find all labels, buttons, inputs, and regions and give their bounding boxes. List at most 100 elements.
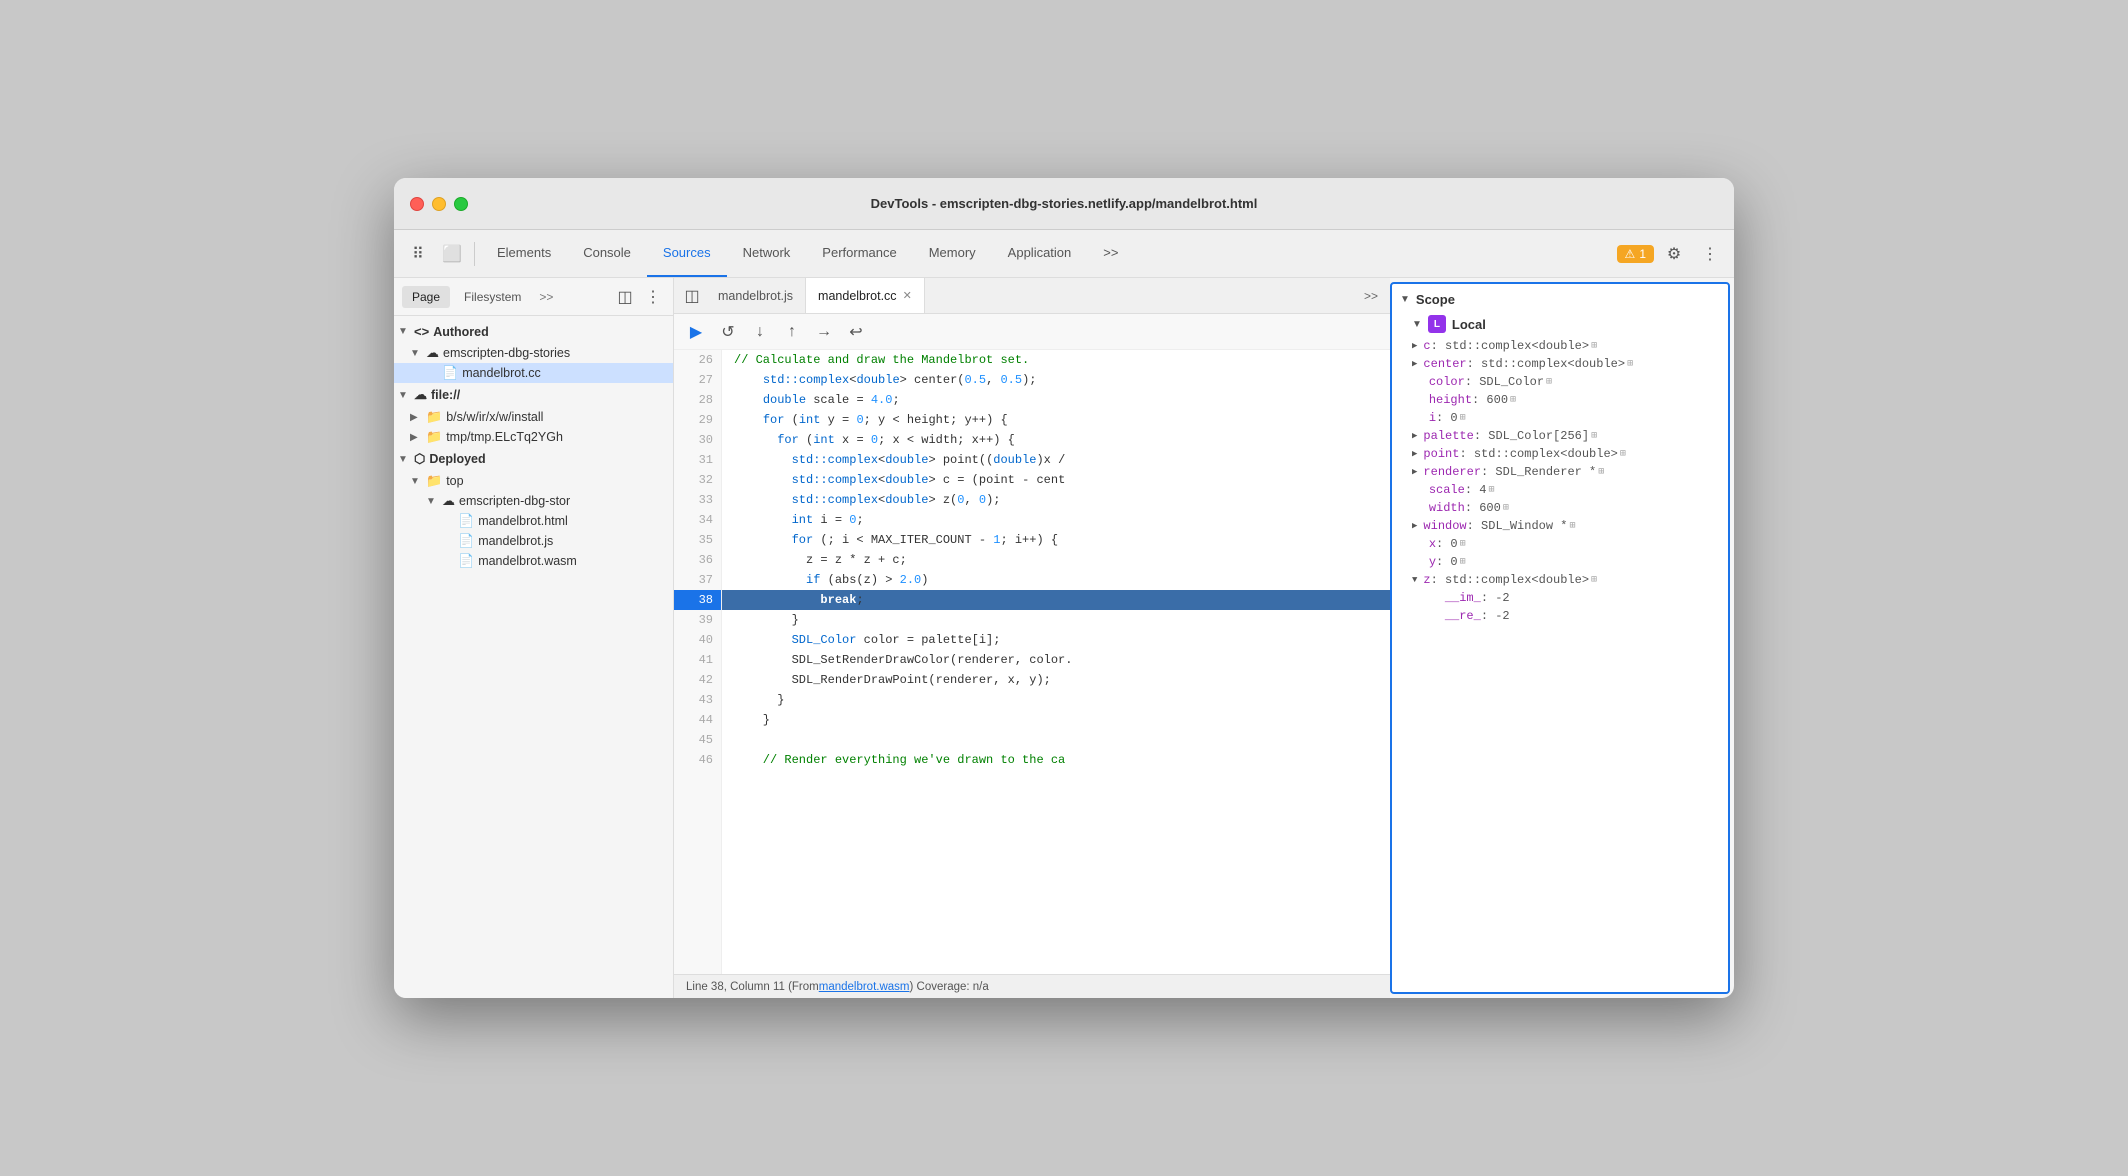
prop-name: palette [1423, 429, 1473, 443]
prop-name: window [1423, 519, 1466, 533]
sidebar-tabs-more[interactable]: >> [535, 288, 557, 306]
device-icon[interactable]: ⬜ [436, 238, 468, 270]
scope-item-width[interactable]: width : 600 ⊞ [1392, 499, 1728, 517]
tree-item-tmp[interactable]: ▶ 📁 tmp/tmp.ELcTq2YGh [394, 427, 673, 447]
no-expand-icon [1412, 413, 1423, 423]
step-into-btn[interactable]: ↓ [746, 318, 774, 346]
prop-value: : SDL_Color [1465, 375, 1544, 389]
tab-console[interactable]: Console [567, 230, 647, 277]
tree-item-install[interactable]: ▶ 📁 b/s/w/ir/x/w/install [394, 407, 673, 427]
code-line: // Render everything we've drawn to the … [722, 750, 1390, 770]
traffic-lights [410, 197, 468, 211]
tree-item-mandelbrot-cc[interactable]: 📄 mandelbrot.cc [394, 363, 673, 383]
warning-icon: ⚠ [1625, 247, 1636, 261]
code-area[interactable]: // Calculate and draw the Mandelbrot set… [722, 350, 1390, 974]
prop-value: : 600 [1472, 393, 1508, 407]
main-toolbar: ⠿ ⬜ Elements Console Sources Network Per… [394, 230, 1734, 278]
scope-item-z-im[interactable]: __im_ : -2 [1392, 589, 1728, 607]
tab-memory[interactable]: Memory [913, 230, 992, 277]
sidebar-tab-page[interactable]: Page [402, 286, 450, 308]
sidebar-tab-filesystem[interactable]: Filesystem [454, 286, 531, 308]
top-arrow: ▼ [410, 476, 426, 487]
scope-item-center[interactable]: ▶ center : std::complex<double> ⊞ [1392, 355, 1728, 373]
tab-application[interactable]: Application [992, 230, 1088, 277]
tree-item-label: mandelbrot.wasm [478, 554, 577, 568]
code-line: if (abs(z) > 2.0) [722, 570, 1390, 590]
resume-btn[interactable]: ▶ [682, 318, 710, 346]
file-section-icon: ☁ [414, 387, 427, 403]
tab-elements[interactable]: Elements [481, 230, 567, 277]
scope-item-x[interactable]: x : 0 ⊞ [1392, 535, 1728, 553]
line-num-breakpoint[interactable]: 38 [674, 590, 721, 610]
editor-tab-mandelbrot-cc[interactable]: mandelbrot.cc ✕ [806, 278, 925, 313]
folder-arrow: ▶ [410, 432, 426, 443]
warning-badge[interactable]: ⚠ 1 [1617, 245, 1654, 263]
scope-item-palette[interactable]: ▶ palette : SDL_Color[256] ⊞ [1392, 427, 1728, 445]
step-btn[interactable]: → [810, 318, 838, 346]
scope-item-y[interactable]: y : 0 ⊞ [1392, 553, 1728, 571]
tab-close-icon[interactable]: ✕ [903, 289, 912, 302]
sidebar-collapse-icon[interactable]: ◫ [613, 285, 637, 309]
tree-section-file[interactable]: ▼ ☁ file:// [394, 383, 673, 407]
tree-section-deployed[interactable]: ▼ ⬡ Deployed [394, 447, 673, 471]
prop-name: __im_ [1445, 591, 1481, 605]
tree-section-authored[interactable]: ▼ <> Authored [394, 320, 673, 343]
scope-item-scale[interactable]: scale : 4 ⊞ [1392, 481, 1728, 499]
tree-item-mandelbrot-html[interactable]: 📄 mandelbrot.html [394, 511, 673, 531]
deactivate-btn[interactable]: ↩ [842, 318, 870, 346]
step-over-btn[interactable]: ↺ [714, 318, 742, 346]
tree-item-mandelbrot-wasm[interactable]: 📄 mandelbrot.wasm [394, 551, 673, 571]
no-expand-icon [1412, 503, 1423, 513]
sidebar-more-icon[interactable]: ⋮ [641, 285, 665, 309]
scope-item-point[interactable]: ▶ point : std::complex<double> ⊞ [1392, 445, 1728, 463]
prop-value: : 0 [1436, 537, 1458, 551]
code-line: for (int y = 0; y < height; y++) { [722, 410, 1390, 430]
more-icon[interactable]: ⋮ [1694, 238, 1726, 270]
folder-arrow: ▶ [410, 412, 426, 423]
sidebar-actions: ◫ ⋮ [613, 285, 665, 309]
line-num: 33 [674, 490, 721, 510]
scope-item-height[interactable]: height : 600 ⊞ [1392, 391, 1728, 409]
scope-header[interactable]: ▼ Scope [1392, 288, 1728, 311]
scope-item-color[interactable]: color : SDL_Color ⊞ [1392, 373, 1728, 391]
toolbar-tabs: Elements Console Sources Network Perform… [481, 230, 1615, 277]
tree-item-mandelbrot-js-deployed[interactable]: 📄 mandelbrot.js [394, 531, 673, 551]
line-num: 44 [674, 710, 721, 730]
file-arrow [442, 516, 458, 527]
tab-more[interactable]: >> [1087, 230, 1134, 277]
grid-icon: ⊞ [1546, 376, 1552, 388]
tab-sources[interactable]: Sources [647, 230, 727, 277]
inspect-icon[interactable]: ⠿ [402, 238, 434, 270]
no-expand-icon [1412, 557, 1423, 567]
tab-network[interactable]: Network [727, 230, 807, 277]
scope-item-z[interactable]: ▼ z : std::complex<double> ⊞ [1392, 571, 1728, 589]
scope-item-i[interactable]: i : 0 ⊞ [1392, 409, 1728, 427]
line-num: 41 [674, 650, 721, 670]
no-expand-icon [1412, 539, 1423, 549]
editor-tab-more[interactable]: >> [1356, 289, 1386, 303]
minimize-button[interactable] [432, 197, 446, 211]
file-arrow [442, 536, 458, 547]
scope-item-renderer[interactable]: ▶ renderer : SDL_Renderer * ⊞ [1392, 463, 1728, 481]
step-out-btn[interactable]: ↑ [778, 318, 806, 346]
scope-item-window[interactable]: ▶ window : SDL_Window * ⊞ [1392, 517, 1728, 535]
status-source-link[interactable]: mandelbrot.wasm [819, 981, 910, 993]
tree-item-top[interactable]: ▼ 📁 top [394, 471, 673, 491]
sidebar-toggle-icon[interactable]: ◫ [678, 282, 706, 310]
maximize-button[interactable] [454, 197, 468, 211]
close-button[interactable] [410, 197, 424, 211]
expand-arrow-icon: ▶ [1412, 521, 1417, 531]
tab-performance[interactable]: Performance [806, 230, 912, 277]
prop-value: : 600 [1465, 501, 1501, 515]
scope-item-z-re[interactable]: __re_ : -2 [1392, 607, 1728, 625]
editor-tab-mandelbrot-js[interactable]: mandelbrot.js [706, 278, 806, 313]
file-icon: 📄 [458, 533, 474, 549]
tree-item-emscripten-dbg-stories[interactable]: ▼ ☁ emscripten-dbg-stories [394, 343, 673, 363]
scope-item-c[interactable]: ▶ c : std::complex<double> ⊞ [1392, 337, 1728, 355]
tree-item-emscripten-deployed[interactable]: ▼ ☁ emscripten-dbg-stor [394, 491, 673, 511]
settings-icon[interactable]: ⚙ [1658, 238, 1690, 270]
prop-name: renderer [1423, 465, 1481, 479]
grid-icon: ⊞ [1620, 448, 1626, 460]
prop-value: : SDL_Renderer * [1481, 465, 1596, 479]
local-header[interactable]: ▼ L Local [1392, 311, 1728, 337]
